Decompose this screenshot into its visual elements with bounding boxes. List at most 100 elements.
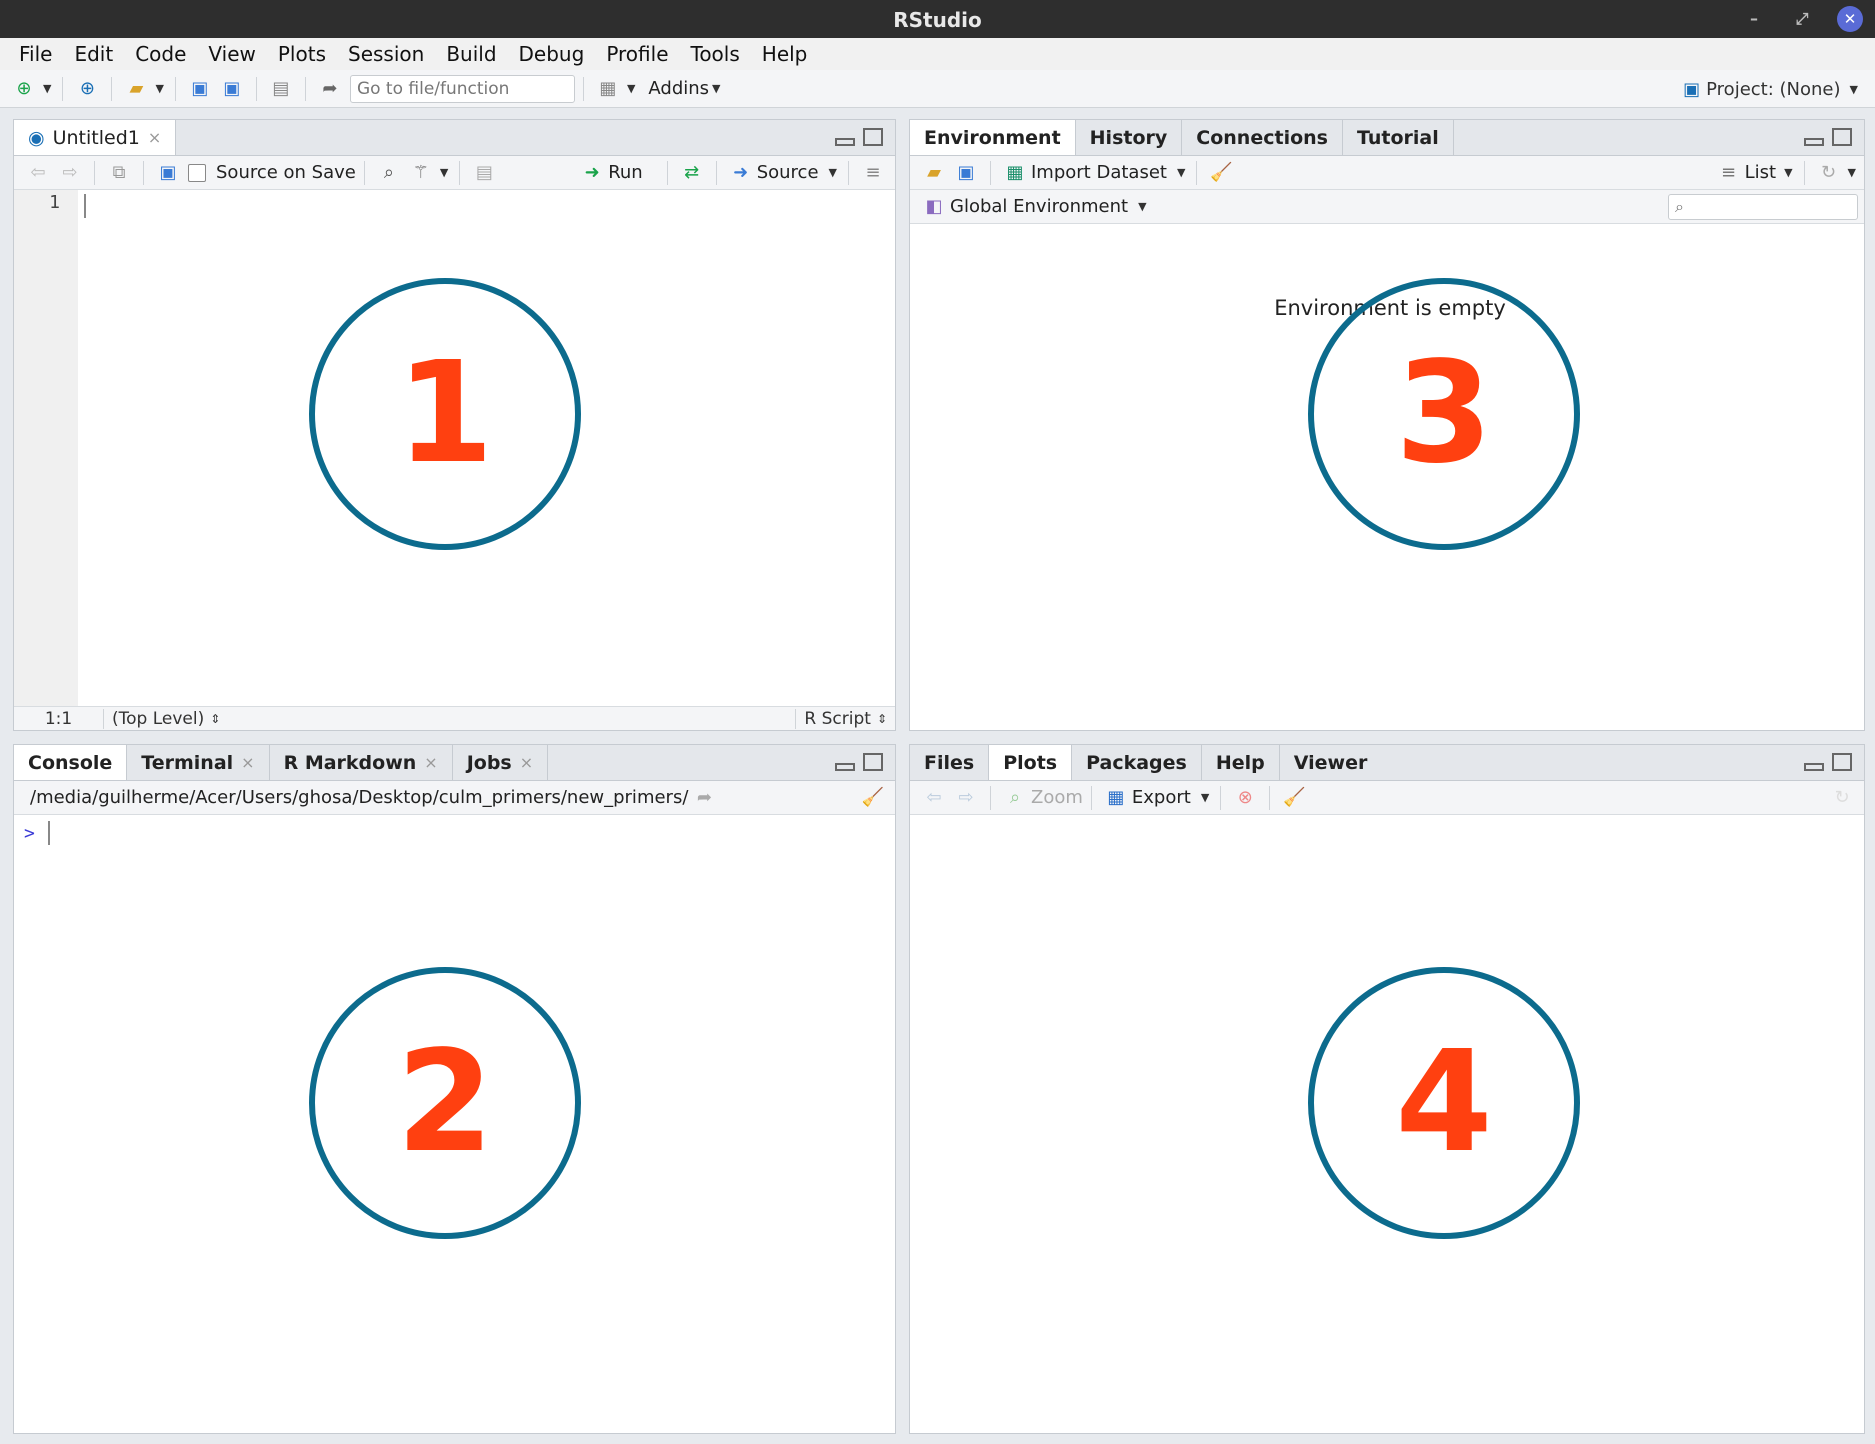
rerun-icon[interactable]: ⇄	[680, 161, 704, 185]
search-icon[interactable]: ⌕	[377, 161, 401, 185]
tab-help[interactable]: Help	[1202, 745, 1280, 780]
minimize-pane-icon[interactable]	[835, 138, 855, 146]
open-file-icon[interactable]: ▰	[124, 77, 148, 101]
refresh-dropdown-icon[interactable]: ▼	[1848, 166, 1856, 179]
clear-console-broom-icon[interactable]: 🧹	[861, 786, 885, 810]
import-dataset-button[interactable]: Import Dataset	[1031, 162, 1167, 183]
pane-layout-dropdown-icon[interactable]: ▼	[627, 82, 635, 95]
tab-terminal[interactable]: Terminal ×	[127, 745, 270, 781]
tab-jobs[interactable]: Jobs ×	[453, 745, 549, 781]
menu-session[interactable]: Session	[337, 38, 435, 70]
tab-plots[interactable]: Plots	[989, 745, 1073, 780]
tab-files[interactable]: Files	[910, 745, 990, 780]
refresh-icon[interactable]: ↻	[1817, 161, 1841, 185]
source-on-save-checkbox[interactable]	[188, 163, 206, 182]
new-project-icon[interactable]: ⊕	[75, 77, 99, 101]
menu-debug[interactable]: Debug	[508, 38, 596, 70]
tab-viewer[interactable]: Viewer	[1280, 745, 1382, 780]
magic-wand-icon[interactable]: ⚚	[409, 161, 433, 185]
list-view-button[interactable]: List	[1745, 162, 1776, 183]
addins-button[interactable]: Addins	[648, 78, 709, 99]
restore-icon[interactable]: ⤢	[1789, 6, 1815, 32]
tab-environment[interactable]: Environment	[910, 120, 1076, 155]
new-file-dropdown-icon[interactable]: ▼	[43, 82, 51, 95]
menu-view[interactable]: View	[197, 38, 266, 70]
minimize-pane-icon[interactable]	[1804, 138, 1824, 146]
console-input[interactable]	[48, 821, 50, 845]
document-outline-icon[interactable]: ≡	[861, 161, 885, 185]
tab-connections[interactable]: Connections	[1182, 120, 1343, 155]
run-icon[interactable]: ➜	[580, 161, 604, 185]
filetype-selector[interactable]: R Script	[795, 708, 871, 729]
maximize-pane-icon[interactable]	[863, 753, 883, 771]
go-to-directory-icon[interactable]: ➦	[692, 786, 716, 810]
environment-scope-selector[interactable]: Global Environment	[950, 196, 1128, 217]
menu-profile[interactable]: Profile	[595, 38, 679, 70]
menu-code[interactable]: Code	[124, 38, 197, 70]
save-workspace-icon[interactable]: ▣	[954, 161, 978, 185]
maximize-pane-icon[interactable]	[1832, 128, 1852, 146]
menu-edit[interactable]: Edit	[63, 38, 124, 70]
save-icon[interactable]: ▣	[188, 77, 212, 101]
close-tab-icon[interactable]: ×	[148, 120, 161, 156]
remove-plot-icon[interactable]: ⊗	[1233, 786, 1257, 810]
addins-dropdown-icon[interactable]: ▼	[712, 82, 720, 95]
environment-scope-dropdown-icon[interactable]: ▼	[1138, 200, 1146, 213]
goto-file-input[interactable]: Go to file/function	[349, 74, 575, 103]
source-button[interactable]: Source	[757, 162, 819, 183]
scope-selector[interactable]: (Top Level)	[104, 709, 204, 729]
source-icon[interactable]: ➜	[729, 161, 753, 185]
minimize-pane-icon[interactable]	[1804, 763, 1824, 771]
previous-plot-icon[interactable]: ⇦	[922, 786, 946, 810]
close-tab-icon[interactable]: ×	[520, 745, 533, 781]
run-button[interactable]: Run	[608, 162, 643, 183]
compile-report-icon[interactable]: ▤	[472, 161, 496, 185]
source-dropdown-icon[interactable]: ▼	[829, 166, 837, 179]
tab-r-markdown[interactable]: R Markdown ×	[270, 745, 453, 780]
close-tab-icon[interactable]: ×	[241, 745, 254, 781]
load-workspace-icon[interactable]: ▰	[922, 161, 946, 185]
zoom-button[interactable]: Zoom	[1031, 787, 1083, 808]
clear-broom-icon[interactable]: 🧹	[1209, 161, 1233, 185]
tab-console[interactable]: Console	[14, 745, 128, 780]
clear-plots-broom-icon[interactable]: 🧹	[1282, 786, 1306, 810]
filetype-updown-icon[interactable]: ⇕	[877, 712, 887, 726]
toolbar-divider	[1220, 785, 1222, 810]
tab-untitled1[interactable]: ◉ Untitled1 ×	[14, 120, 177, 156]
maximize-pane-icon[interactable]	[1832, 753, 1852, 771]
code-tools-dropdown-icon[interactable]: ▼	[440, 166, 448, 179]
zoom-icon: ⌕	[1009, 786, 1021, 808]
menu-build[interactable]: Build	[435, 38, 507, 70]
project-menu[interactable]: ▣ Project: (None) ▼	[1683, 70, 1861, 108]
forward-icon[interactable]: ⇨	[58, 161, 82, 185]
maximize-pane-icon[interactable]	[863, 128, 883, 146]
export-dropdown-icon[interactable]: ▼	[1201, 791, 1209, 804]
menu-help[interactable]: Help	[751, 38, 819, 70]
minimize-icon[interactable]: –	[1741, 6, 1767, 32]
new-file-icon[interactable]: ⊕	[12, 77, 36, 101]
save-icon[interactable]: ▣	[156, 161, 180, 185]
tab-packages[interactable]: Packages	[1072, 745, 1202, 780]
menu-file[interactable]: File	[8, 38, 63, 70]
close-icon[interactable]: ✕	[1837, 6, 1863, 32]
back-icon[interactable]: ⇦	[26, 161, 50, 185]
list-view-dropdown-icon[interactable]: ▼	[1784, 166, 1792, 179]
close-tab-icon[interactable]: ×	[424, 745, 437, 781]
console-path-bar: /media/guilherme/Acer/Users/ghosa/Deskto…	[14, 781, 895, 815]
next-plot-icon[interactable]: ⇨	[954, 786, 978, 810]
environment-search-input[interactable]: ⌕	[1668, 194, 1858, 220]
tab-history[interactable]: History	[1076, 120, 1183, 155]
scope-updown-icon[interactable]: ⇕	[210, 712, 220, 726]
menu-tools[interactable]: Tools	[680, 38, 751, 70]
menu-plots[interactable]: Plots	[267, 38, 337, 70]
tab-tutorial[interactable]: Tutorial	[1343, 120, 1454, 155]
refresh-icon[interactable]: ↻	[1830, 786, 1854, 810]
pane-layout-icon[interactable]: ▦	[596, 77, 620, 101]
import-dataset-dropdown-icon[interactable]: ▼	[1177, 166, 1185, 179]
print-icon[interactable]: ▤	[269, 77, 293, 101]
show-in-window-icon[interactable]: ⧉	[107, 161, 131, 185]
export-button[interactable]: Export	[1132, 787, 1191, 808]
minimize-pane-icon[interactable]	[835, 763, 855, 771]
save-all-icon[interactable]: ▣	[220, 77, 244, 101]
open-file-dropdown-icon[interactable]: ▼	[155, 82, 163, 95]
